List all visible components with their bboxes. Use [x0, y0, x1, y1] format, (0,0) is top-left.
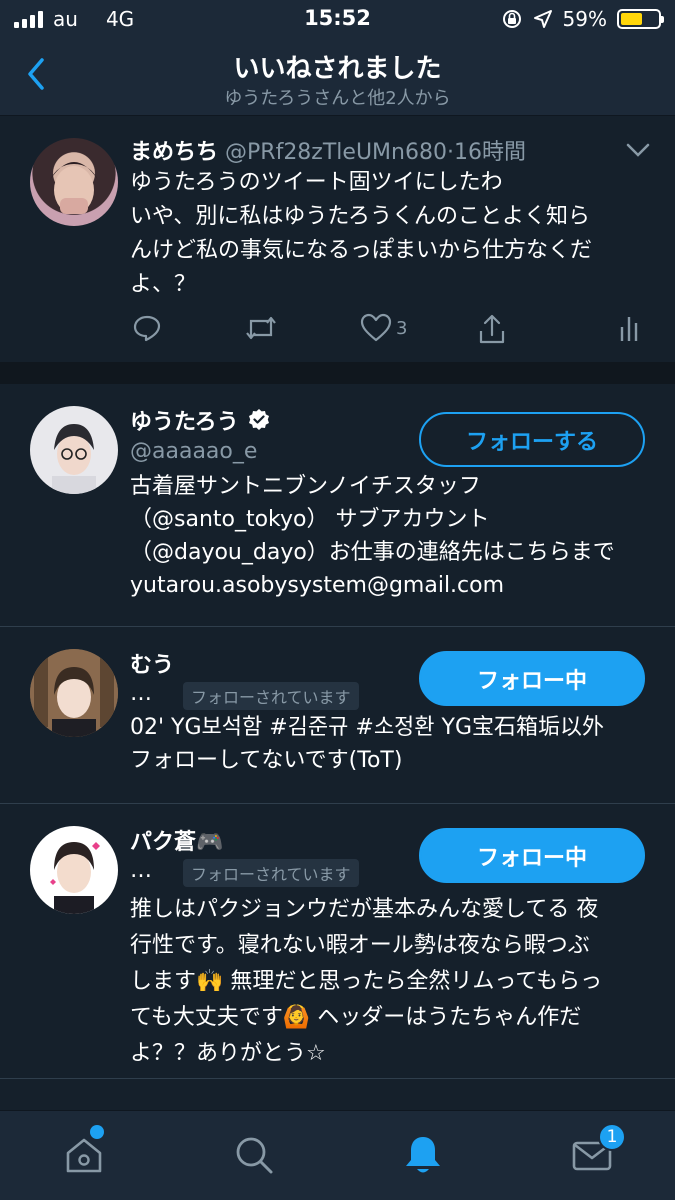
tweet-line: んけど私の事気になるっぽまいから仕方なくだ [130, 238, 593, 263]
retweet-icon [246, 316, 276, 340]
analytics-button[interactable] [618, 313, 640, 343]
home-notification-dot [90, 1125, 104, 1139]
bio-line: 古着屋サントニブンノイチスタッフ [130, 474, 481, 499]
tweet-time: 16時間 [453, 140, 526, 165]
user-name[interactable]: ゆうたろう [130, 404, 239, 436]
search-icon[interactable] [232, 1133, 276, 1177]
author-name[interactable]: まめちち [130, 140, 218, 165]
follows-you-badge: フォローされています [183, 859, 359, 887]
heart-icon [360, 313, 392, 342]
avatar-image [30, 649, 118, 737]
follows-you-badge: フォローされています [183, 682, 359, 710]
avatar-image [50, 162, 98, 214]
following-button[interactable]: フォロー中 [419, 828, 645, 883]
page-title: いいねされました [233, 54, 442, 84]
like-button[interactable]: 3 [360, 313, 407, 343]
battery-icon [617, 9, 664, 29]
battery-percent: 59% [562, 7, 607, 31]
status-right: 59% [501, 7, 664, 31]
tweet-line: よ、？ [130, 272, 197, 297]
like-count: 3 [396, 317, 408, 339]
bio-line: 推しはパクジョンウだが基本みんな愛してる 夜 [130, 897, 599, 922]
user-row[interactable]: むう … フォローされています フォロー中 02' YG보석함 #김준규 #소정… [0, 627, 675, 804]
home-icon[interactable] [62, 1133, 106, 1177]
messages-badge: 1 [598, 1123, 626, 1151]
tweet-line: ゆうたろうのツイート固ツイにしたわ [130, 170, 503, 195]
reply-icon [133, 315, 161, 342]
tweet-header: まめちち @PRf28zTleUMn680·16時間 [130, 134, 526, 166]
follow-button[interactable]: フォローする [419, 412, 645, 467]
author-handle: @PRf28zTleUMn680 [225, 140, 447, 165]
user-bio: 古着屋サントニブンノイチスタッフ （@santo_tokyo） サブアカウント … [130, 470, 615, 602]
reply-button[interactable] [132, 313, 162, 343]
following-button[interactable]: フォロー中 [419, 651, 645, 706]
location-icon [533, 10, 552, 28]
bio-line: 行性です。寝れない暇オール勢は夜なら暇つぶ [130, 933, 590, 958]
avatar[interactable] [30, 826, 118, 914]
page-subtitle: ゆうたろうさんと他2人から [224, 88, 451, 109]
orientation-lock-icon [502, 10, 521, 28]
user-bio: 推しはパクジョンウだが基本みんな愛してる 夜 行性です。寝れない暇オール勢は夜な… [130, 892, 602, 1072]
user-name-line: ゆうたろう [130, 404, 271, 436]
user-name[interactable]: パク蒼🎮 [130, 824, 223, 856]
tweet-line: いや、別に私はゆうたろうくんのことよく知ら [130, 204, 591, 229]
retweet-button[interactable] [244, 313, 278, 343]
user-bio: 02' YG보석함 #김준규 #소정환 YG宝石箱垢以外 フォローしてないです(… [130, 711, 604, 777]
user-row[interactable]: ゆうたろう @aaaaao_e フォローする 古着屋サントニブンノイチスタッフ … [0, 384, 675, 627]
bio-line: よ？？ありがとう☆ [130, 1041, 326, 1066]
section-divider [0, 362, 675, 384]
nav-header: いいねされました ゆうたろうさんと他2人から [0, 38, 675, 116]
user-row[interactable]: パク蒼🎮 … フォローされています フォロー中 推しはパクジョンウだが基本みんな… [0, 804, 675, 1079]
bio-line: 02' YG보석함 #김준규 #소정환 YG宝石箱垢以外 [130, 715, 605, 740]
battery-fill [621, 13, 643, 25]
bell-icon[interactable] [401, 1133, 445, 1177]
avatar[interactable] [30, 649, 118, 737]
bio-line: （@santo_tokyo） サブアカウント [130, 507, 490, 532]
avatar-image [52, 424, 96, 494]
bio-line: します🙌 無理だと思ったら全然リムってもらっ [130, 969, 603, 994]
caret-down-icon[interactable] [625, 140, 651, 160]
user-handle: @aaaaao_e [130, 439, 258, 464]
avatar[interactable] [30, 138, 118, 226]
bio-line: （@dayou_dayo）お仕事の連絡先はこちらまで [130, 540, 615, 565]
share-icon [479, 314, 505, 344]
dot-separator: · [446, 140, 454, 165]
avatar-image [50, 842, 100, 914]
tweet-text: ゆうたろうのツイート固ツイにしたわ いや、別に私はゆうたろうくんのことよく知ら … [130, 166, 650, 302]
tweet-actions: 3 [0, 313, 675, 349]
tab-bar: 1 [0, 1110, 675, 1200]
verified-badge-icon [248, 409, 269, 430]
bio-line: ても大丈夫です🙆 ヘッダーはうたちゃん作だ [130, 1005, 582, 1030]
user-name[interactable]: むう [130, 647, 174, 679]
avatar[interactable] [30, 406, 118, 494]
analytics-icon [620, 317, 638, 341]
status-bar: au 4G 15:52 59% [0, 0, 675, 38]
bio-line: yutarou.asobysystem@gmail.com [130, 573, 505, 598]
share-button[interactable] [478, 313, 506, 345]
user-handle: … [130, 858, 152, 883]
bio-line: フォローしてないです(ToT) [130, 748, 403, 773]
user-handle: … [130, 681, 152, 706]
